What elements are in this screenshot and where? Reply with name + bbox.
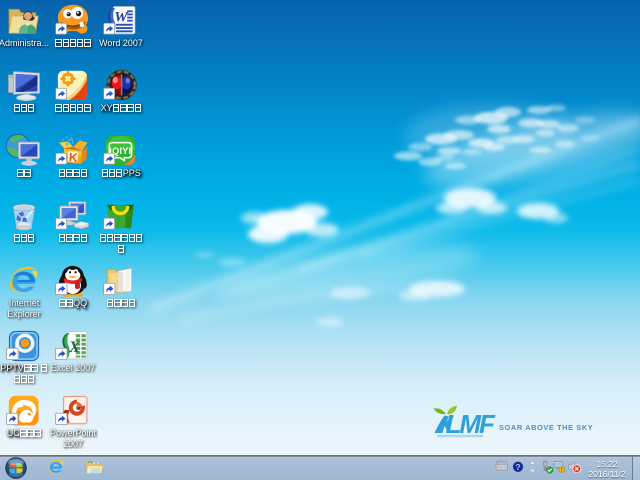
svg-text:W: W xyxy=(114,10,129,26)
svg-text:LMF: LMF xyxy=(446,409,497,439)
svg-text:!: ! xyxy=(561,467,563,473)
svg-text:X: X xyxy=(68,338,81,356)
svg-text:?: ? xyxy=(515,462,520,472)
svg-text:K: K xyxy=(68,150,78,165)
svg-text:SOAR ABOVE THE SKY: SOAR ABOVE THE SKY xyxy=(499,423,593,432)
